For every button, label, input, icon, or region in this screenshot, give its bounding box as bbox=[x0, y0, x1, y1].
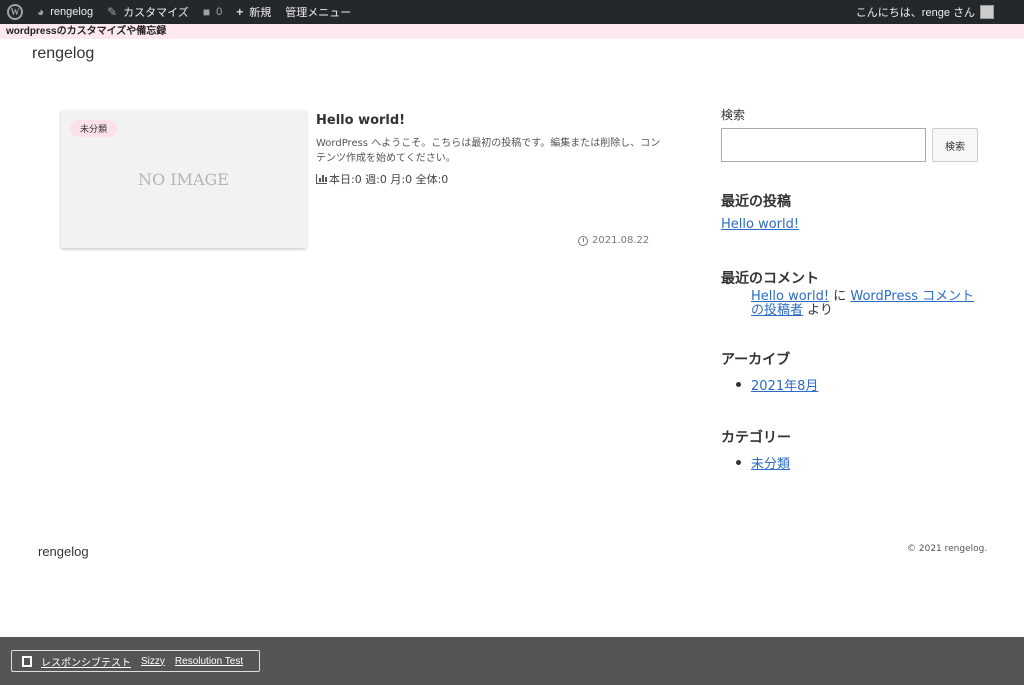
archives-heading: アーカイブ bbox=[721, 352, 791, 368]
device-icon bbox=[22, 655, 32, 667]
plus-icon: + bbox=[236, 5, 244, 19]
post-date: 2021.08.22 bbox=[578, 235, 649, 246]
comment-suffix: より bbox=[803, 303, 833, 318]
greeting-text: こんにちは、renge さん bbox=[855, 7, 975, 19]
admin-menu-label: 管理メニュー bbox=[285, 7, 352, 19]
stats-text: 本日:0 週:0 月:0 全体:0 bbox=[329, 173, 449, 186]
admin-site-name-link[interactable]: ◕ rengelog bbox=[30, 0, 100, 24]
search-input[interactable] bbox=[721, 128, 926, 162]
admin-menu-link[interactable]: 管理メニュー bbox=[278, 0, 358, 24]
new-label: 新規 bbox=[249, 7, 272, 19]
search-label: 検索 bbox=[721, 108, 746, 122]
comment-separator: に bbox=[829, 289, 851, 304]
responsive-test-link[interactable]: レスポンシブテスト bbox=[41, 654, 131, 669]
post-excerpt: WordPress へようこそ。こちらは最初の投稿です。編集または削除し、コンテ… bbox=[316, 138, 661, 164]
clock-icon bbox=[578, 235, 588, 246]
sizzy-link[interactable]: Sizzy bbox=[141, 656, 165, 667]
test-links-box: レスポンシブテスト Sizzy Resolution Test bbox=[11, 650, 260, 672]
account-menu[interactable]: こんにちは、renge さん bbox=[856, 0, 1024, 24]
customize-link[interactable]: ✎ カスタマイズ bbox=[100, 0, 196, 24]
comment-post-link[interactable]: Hello world! bbox=[751, 289, 829, 304]
wordpress-icon: W bbox=[7, 4, 23, 20]
wordpress-logo-button[interactable]: W bbox=[0, 0, 30, 24]
bar-chart-icon bbox=[316, 174, 327, 184]
post-view-stats: 本日:0 週:0 月:0 全体:0 bbox=[316, 171, 448, 187]
customize-label: カスタマイズ bbox=[123, 7, 189, 19]
site-title-link[interactable]: rengelog bbox=[32, 45, 94, 63]
site-tagline: wordpressのカスタマイズや備忘録 bbox=[0, 24, 1024, 39]
comments-count: 0 bbox=[216, 6, 223, 18]
resolution-test-link[interactable]: Resolution Test bbox=[175, 656, 243, 667]
archives-list: 2021年8月 bbox=[736, 375, 818, 394]
admin-bar: W ◕ rengelog ✎ カスタマイズ ■ 0 + 新規 管理メニュー こん… bbox=[0, 0, 1024, 24]
post-thumbnail[interactable]: NO IMAGE 未分類 bbox=[61, 111, 306, 248]
bullet-icon bbox=[736, 382, 741, 387]
avatar bbox=[980, 5, 994, 19]
bullet-icon bbox=[736, 460, 741, 465]
comment-bubble-icon: ■ bbox=[202, 5, 211, 19]
categories-list: 未分類 bbox=[736, 453, 790, 472]
search-button[interactable]: 検索 bbox=[932, 128, 978, 162]
footer-copyright: © 2021 rengelog. bbox=[907, 544, 988, 554]
archive-link[interactable]: 2021年8月 bbox=[751, 375, 818, 394]
category-badge[interactable]: 未分類 bbox=[70, 120, 118, 137]
post-title-link[interactable]: Hello world! bbox=[316, 113, 405, 128]
dashboard-icon: ◕ bbox=[37, 5, 45, 19]
recent-post-link[interactable]: Hello world! bbox=[721, 217, 799, 232]
recent-posts-list: Hello world! bbox=[721, 217, 799, 232]
list-item: 2021年8月 bbox=[736, 375, 818, 394]
admin-site-name: rengelog bbox=[50, 6, 94, 18]
bottom-toolbar: レスポンシブテスト Sizzy Resolution Test bbox=[0, 637, 1024, 685]
brush-icon: ✎ bbox=[107, 5, 118, 19]
recent-posts-heading: 最近の投稿 bbox=[721, 194, 791, 210]
comments-link[interactable]: ■ 0 bbox=[196, 0, 229, 24]
list-item: 未分類 bbox=[736, 453, 790, 472]
category-link[interactable]: 未分類 bbox=[751, 453, 790, 472]
post-date-text: 2021.08.22 bbox=[592, 235, 650, 246]
footer-site-title[interactable]: rengelog bbox=[38, 544, 89, 559]
categories-heading: カテゴリー bbox=[721, 430, 791, 446]
recent-comment-item: Hello world! に WordPress コメントの投稿者 より bbox=[751, 290, 981, 318]
new-content-link[interactable]: + 新規 bbox=[229, 0, 278, 24]
recent-comments-heading: 最近のコメント bbox=[721, 271, 819, 287]
